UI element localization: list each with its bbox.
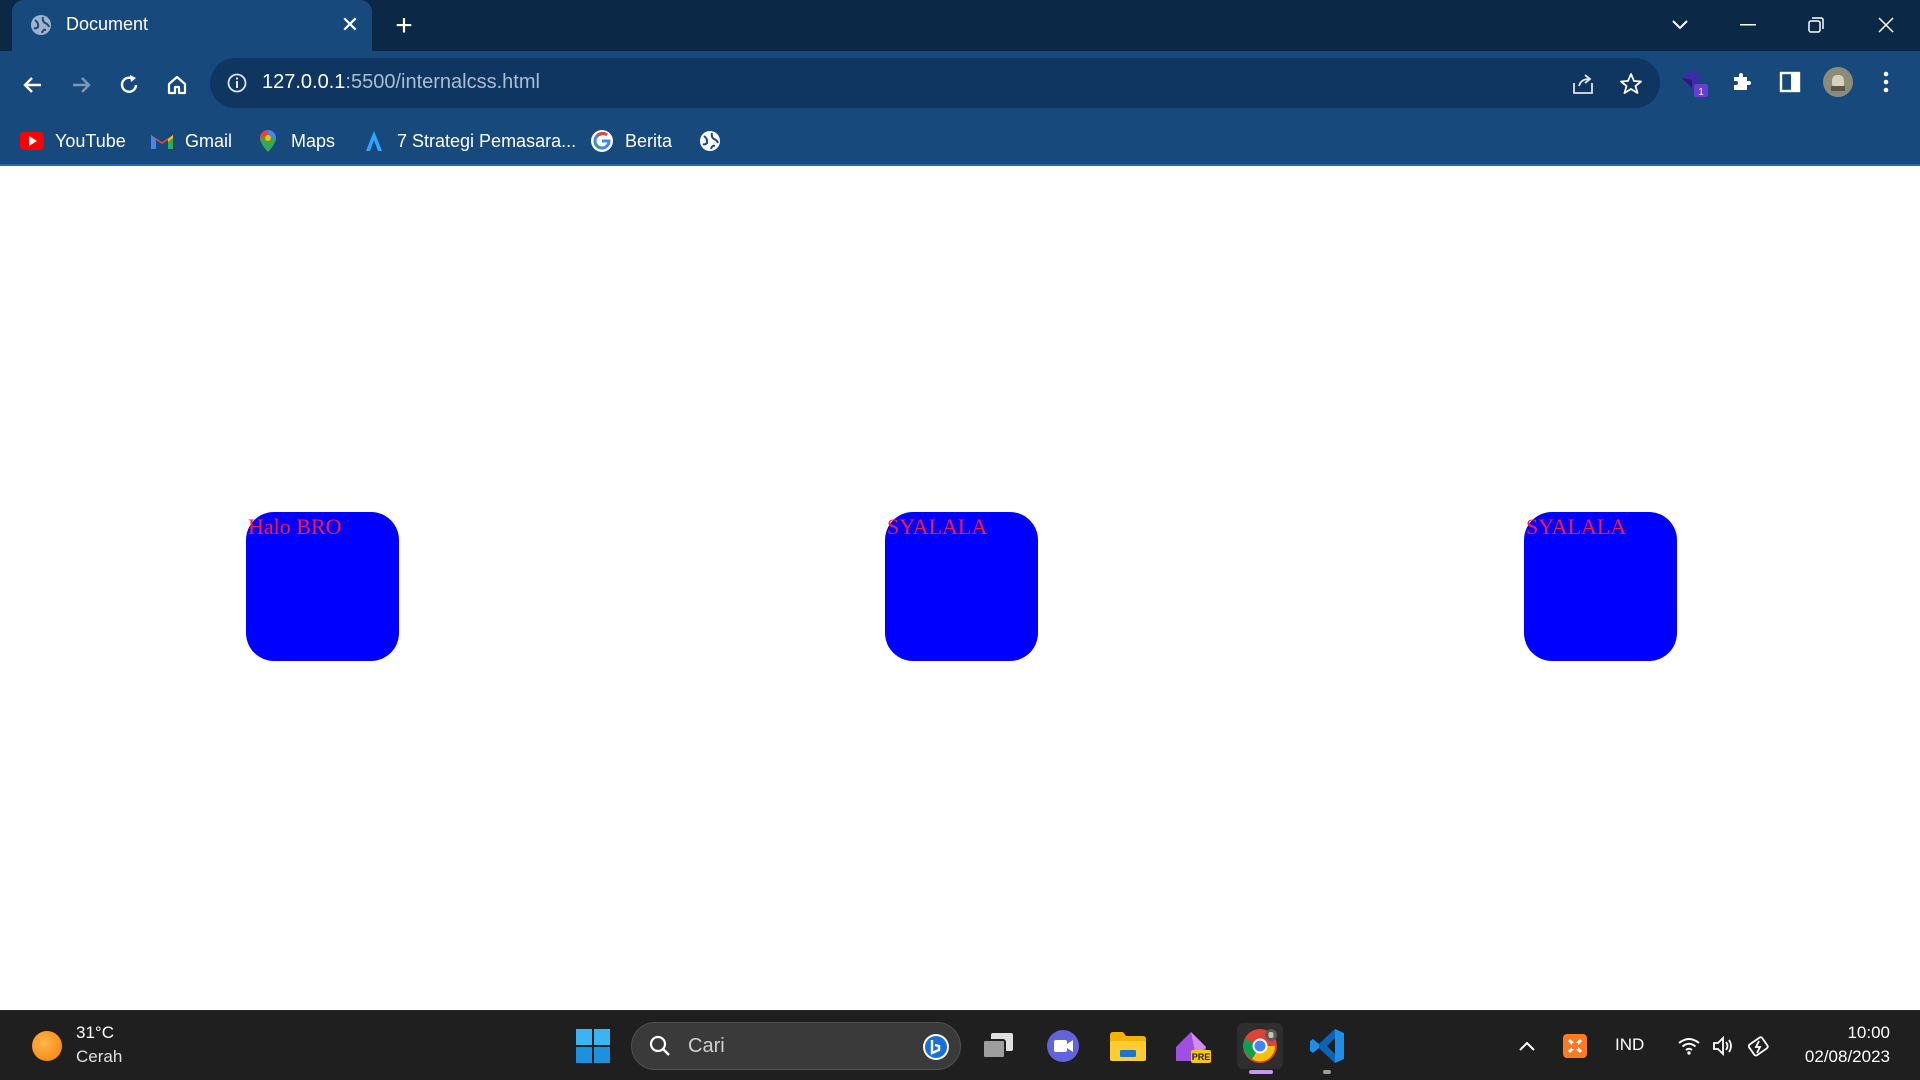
- browser-tab[interactable]: Document ✕: [12, 0, 372, 51]
- minimize-icon[interactable]: [1728, 8, 1768, 42]
- back-icon[interactable]: [16, 68, 50, 102]
- menu-kebab-icon[interactable]: [1870, 66, 1902, 98]
- vscode-icon[interactable]: [1304, 1023, 1350, 1069]
- share-icon[interactable]: [1570, 71, 1596, 97]
- restore-icon[interactable]: [1796, 8, 1836, 42]
- side-panel-icon[interactable]: [1774, 66, 1806, 98]
- address-bar[interactable]: 127.0.0.1:5500/internalcss.html: [210, 58, 1660, 108]
- sun-icon: [32, 1031, 62, 1061]
- bookmark-youtube[interactable]: YouTube: [20, 121, 126, 161]
- gmail-icon: [150, 129, 174, 153]
- xampp-icon[interactable]: [1560, 1031, 1590, 1061]
- url-path: :5500/internalcss.html: [345, 71, 540, 93]
- box-text: SYALALA: [887, 514, 988, 539]
- pre-badge: PRE: [1192, 1052, 1211, 1062]
- blue-box-2: SYALALA: [885, 512, 1038, 661]
- tab-title: Document: [66, 14, 149, 34]
- battery-icon[interactable]: [1745, 1031, 1775, 1061]
- chrome-icon[interactable]: [1237, 1023, 1283, 1069]
- reload-icon[interactable]: [112, 68, 146, 102]
- page-viewport: Halo BRO SYALALA SYALALA: [0, 166, 1920, 1010]
- bookmark-label: Maps: [291, 130, 336, 151]
- language-indicator[interactable]: IND: [1615, 1035, 1644, 1055]
- url-host: 127.0.0.1: [262, 71, 346, 93]
- blue-box-3: SYALALA: [1524, 512, 1677, 661]
- profile-avatar[interactable]: [1822, 66, 1854, 98]
- weather-desc: Cerah: [76, 1047, 123, 1066]
- windows-taskbar: 31°C Cerah Cari PRE IND 10:00 02/08/2023: [0, 1010, 1920, 1080]
- clock-time[interactable]: 10:00: [1847, 1023, 1890, 1043]
- globe-icon: [30, 14, 52, 36]
- bookmark-maps[interactable]: Maps: [256, 121, 335, 161]
- bookmarks-bar: YouTube Gmail Maps 7 Strategi Pemasara..…: [0, 121, 1920, 161]
- bookmark-strategi[interactable]: 7 Strategi Pemasara...: [362, 121, 576, 161]
- tab-search-icon[interactable]: [1660, 8, 1700, 42]
- extension-gem-icon[interactable]: 1: [1678, 66, 1710, 98]
- power-automate-pre-icon[interactable]: PRE: [1170, 1023, 1216, 1069]
- search-placeholder: Cari: [688, 1035, 725, 1057]
- forward-icon[interactable]: [64, 68, 98, 102]
- bookmark-label: 7 Strategi Pemasara...: [397, 130, 577, 151]
- teams-chat-icon[interactable]: [1040, 1023, 1086, 1069]
- volume-icon[interactable]: [1708, 1031, 1738, 1061]
- search-icon: [648, 1034, 672, 1058]
- browser-toolbar: 127.0.0.1:5500/internalcss.html 1 YouTub…: [0, 51, 1920, 166]
- start-button[interactable]: [570, 1023, 616, 1069]
- new-tab-button[interactable]: +: [388, 10, 420, 42]
- blue-box-1: Halo BRO: [246, 512, 399, 661]
- extension-badge: 1: [1698, 87, 1704, 98]
- bookmark-label: YouTube: [55, 130, 126, 151]
- google-icon: [590, 129, 614, 153]
- bookmark-star-icon[interactable]: [1618, 71, 1644, 97]
- taskbar-search[interactable]: Cari: [631, 1022, 961, 1070]
- globe-icon: [698, 129, 722, 153]
- box-text: SYALALA: [1526, 514, 1627, 539]
- bookmark-gmail[interactable]: Gmail: [150, 121, 232, 161]
- bookmark-label: Berita: [625, 130, 673, 151]
- wifi-icon[interactable]: [1674, 1031, 1704, 1061]
- weather-temp: 31°C: [76, 1023, 114, 1042]
- active-app-indicator: [1249, 1070, 1273, 1074]
- bookmark-a-icon: [362, 129, 386, 153]
- box-text: Halo BRO: [248, 514, 342, 539]
- bing-icon[interactable]: [922, 1033, 950, 1061]
- file-explorer-icon[interactable]: [1105, 1023, 1151, 1069]
- running-app-indicator: [1323, 1070, 1331, 1074]
- task-view-icon[interactable]: [975, 1023, 1021, 1069]
- bookmark-globe[interactable]: [698, 121, 733, 161]
- chevron-up-icon[interactable]: [1512, 1031, 1542, 1061]
- youtube-icon: [20, 129, 44, 153]
- close-window-icon[interactable]: [1866, 8, 1906, 42]
- bookmark-berita[interactable]: Berita: [590, 121, 672, 161]
- browser-tabbar: Document ✕ +: [0, 0, 1920, 51]
- extensions-puzzle-icon[interactable]: [1726, 66, 1758, 98]
- site-info-icon[interactable]: [226, 72, 248, 94]
- bookmark-label: Gmail: [185, 130, 233, 151]
- home-icon[interactable]: [160, 68, 194, 102]
- url-text[interactable]: 127.0.0.1:5500/internalcss.html: [262, 71, 540, 94]
- close-tab-icon[interactable]: ✕: [336, 11, 364, 39]
- maps-icon: [256, 129, 280, 153]
- clock-date[interactable]: 02/08/2023: [1805, 1047, 1890, 1067]
